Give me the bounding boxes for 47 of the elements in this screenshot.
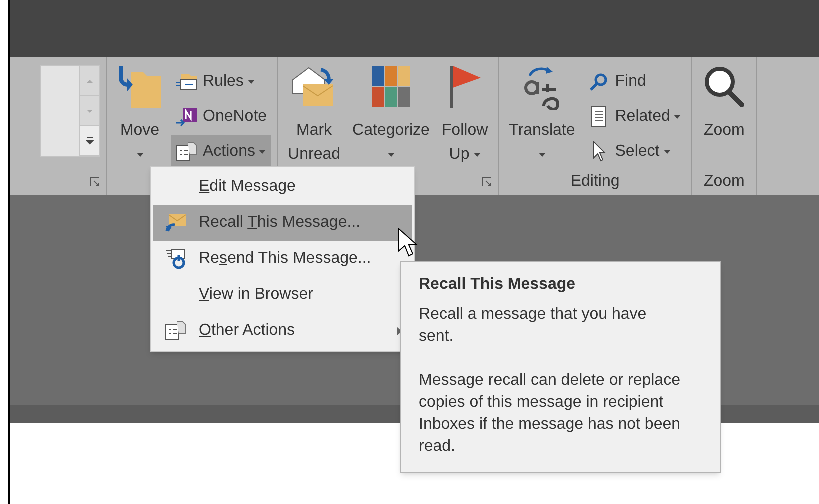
button-label: Mark bbox=[296, 121, 332, 141]
ribbon-small-button[interactable]: Related bbox=[583, 100, 686, 133]
button-label: Translate bbox=[509, 121, 576, 141]
button-label: Follow bbox=[442, 121, 488, 141]
tooltip-text: Message recall can delete or replace copies of this message in recipient Inboxes if the message has not been read. bbox=[419, 371, 682, 457]
tooltip-title: Recall This Message bbox=[419, 275, 577, 295]
group-label: Editing bbox=[570, 172, 620, 192]
button-label: Up bbox=[449, 145, 470, 165]
ribbon-button[interactable]: Translate bbox=[505, 57, 580, 169]
ribbon-small-button[interactable]: Find bbox=[583, 65, 686, 98]
magnifier-icon bbox=[702, 65, 746, 109]
menu-item-label: Other Actions bbox=[199, 321, 296, 341]
ribbon-small-button[interactable]: Select bbox=[583, 135, 686, 168]
document-list-icon bbox=[175, 142, 199, 162]
button-label: Categorize bbox=[352, 121, 430, 141]
menu-item-label: Edit Message bbox=[199, 177, 296, 197]
group-label: Zoom bbox=[704, 172, 745, 192]
flag-icon bbox=[447, 64, 484, 110]
ribbon-small-button[interactable]: Actions bbox=[171, 135, 272, 168]
ribbon-button[interactable]: Follow Up bbox=[438, 57, 492, 169]
notebook-icon bbox=[175, 106, 199, 126]
menu-item-label: Resend This Message... bbox=[199, 249, 372, 269]
menu-item[interactable]: Edit Message bbox=[153, 169, 412, 205]
mouse-pointer-icon bbox=[398, 228, 418, 258]
tooltip-text: Recall a message that you have sent. bbox=[419, 305, 648, 347]
menu-item-label: View in Browser bbox=[199, 285, 314, 305]
folder-icon bbox=[117, 64, 163, 110]
translate-icon bbox=[522, 64, 562, 110]
ribbon-small-button[interactable]: OneNote bbox=[171, 100, 272, 133]
dialog-launcher-icon[interactable] bbox=[482, 177, 492, 187]
menu-item-label: Recall This Message... bbox=[199, 213, 361, 233]
expand-gallery-button[interactable] bbox=[80, 126, 99, 156]
rules-icon bbox=[175, 72, 199, 92]
dialog-launcher-icon[interactable] bbox=[90, 177, 100, 187]
envelope-icon bbox=[165, 213, 187, 233]
ribbon-button[interactable]: Zoom bbox=[698, 57, 750, 169]
color-grid-icon bbox=[372, 66, 410, 108]
menu-item[interactable]: Recall This Message... bbox=[153, 205, 412, 241]
ribbon-button[interactable]: Move bbox=[113, 57, 167, 169]
document-list-icon bbox=[164, 321, 188, 341]
button-label: Unread bbox=[288, 145, 341, 165]
ribbon-button[interactable]: Categorize bbox=[348, 57, 434, 169]
ribbon-small-button[interactable]: Rules bbox=[171, 65, 272, 98]
resend-icon bbox=[165, 248, 187, 270]
button-label: Zoom bbox=[704, 121, 745, 141]
button-label: Move bbox=[120, 121, 160, 141]
expand-icon bbox=[86, 136, 94, 144]
